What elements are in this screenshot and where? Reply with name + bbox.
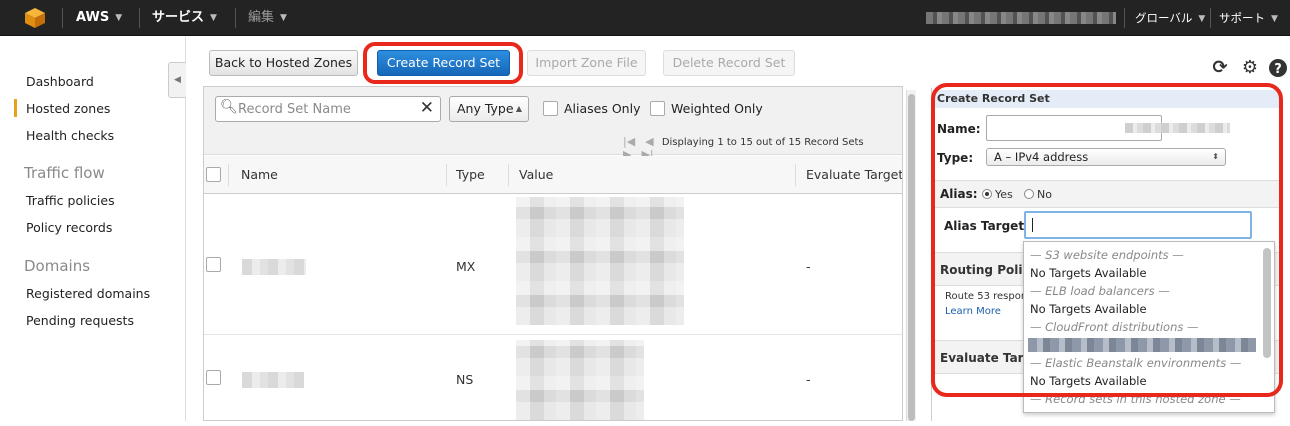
weighted-only-checkbox[interactable] bbox=[650, 101, 665, 116]
highlight-create-button bbox=[363, 42, 523, 84]
first-page-icon[interactable]: |◀ bbox=[623, 135, 635, 148]
topbar-divider bbox=[235, 8, 236, 28]
aws-cube-icon[interactable] bbox=[24, 7, 46, 29]
record-evaluate-target: - bbox=[806, 372, 811, 387]
sidebar-item-registered-domains[interactable]: Registered domains bbox=[26, 286, 150, 301]
aliases-only-checkbox[interactable] bbox=[543, 101, 558, 116]
table-row[interactable]: MX - bbox=[204, 195, 902, 335]
sidebar-item-dashboard[interactable]: Dashboard bbox=[26, 74, 94, 89]
row-checkbox[interactable] bbox=[206, 257, 221, 272]
sidebar-collapse-button[interactable]: ◀ bbox=[168, 62, 186, 98]
topbar-divider bbox=[1124, 8, 1125, 28]
column-header-evaluate-target-health[interactable]: Evaluate Target He bbox=[806, 156, 902, 194]
type-filter-select[interactable]: Any Type ▲ bbox=[449, 96, 529, 122]
chevron-left-icon: ◀ bbox=[174, 75, 181, 85]
filter-row: 🔍︎ Record Set Name ✕ Any Type ▲ Aliases O… bbox=[204, 87, 902, 161]
chevron-down-icon: ▼ bbox=[115, 13, 123, 23]
sidebar-heading-domains: Domains bbox=[24, 257, 91, 275]
sidebar-item-health-checks[interactable]: Health checks bbox=[26, 128, 114, 143]
aws-menu[interactable]: AWS ▼ bbox=[76, 0, 122, 36]
delete-record-set-button[interactable]: Delete Record Set bbox=[663, 50, 795, 76]
topbar-divider bbox=[139, 8, 140, 28]
highlight-create-record-set-panel bbox=[931, 83, 1283, 397]
sidebar-item-policy-records[interactable]: Policy records bbox=[26, 220, 112, 235]
column-divider bbox=[795, 164, 796, 186]
table-row[interactable]: NS - bbox=[204, 336, 902, 426]
table-header: Name Type Value Evaluate Target He bbox=[204, 156, 902, 194]
row-checkbox[interactable] bbox=[206, 370, 221, 385]
record-set-search-input[interactable]: 🔍︎ Record Set Name ✕ bbox=[215, 96, 441, 122]
topbar-divider bbox=[62, 8, 63, 28]
scrollbar-thumb[interactable] bbox=[908, 94, 915, 421]
column-divider bbox=[228, 164, 229, 186]
sidebar-item-pending-requests[interactable]: Pending requests bbox=[26, 313, 134, 328]
column-header-type[interactable]: Type bbox=[456, 156, 485, 194]
edit-menu[interactable]: 編集 ▼ bbox=[248, 0, 287, 36]
back-to-hosted-zones-button[interactable]: Back to Hosted Zones bbox=[209, 50, 358, 76]
sidebar: Dashboard Hosted zones Health checks Tra… bbox=[0, 37, 186, 421]
refresh-icon[interactable]: ⟳ bbox=[1210, 58, 1230, 78]
record-value-redacted bbox=[516, 197, 684, 325]
region-menu[interactable]: グローバル ▼ bbox=[1135, 0, 1205, 36]
import-zone-file-button[interactable]: Import Zone File bbox=[527, 50, 646, 76]
select-all-checkbox[interactable] bbox=[206, 167, 221, 182]
aliases-only-label: Aliases Only bbox=[564, 101, 641, 116]
record-value-redacted bbox=[516, 340, 644, 420]
prev-page-icon[interactable]: ◀ bbox=[645, 135, 653, 148]
chevron-down-icon: ▼ bbox=[210, 13, 217, 23]
sidebar-item-traffic-policies[interactable]: Traffic policies bbox=[26, 193, 115, 208]
chevron-down-icon: ▼ bbox=[1198, 14, 1206, 24]
chevron-down-icon: ▼ bbox=[280, 13, 287, 23]
topbar-divider bbox=[1210, 8, 1211, 28]
help-icon[interactable]: ? bbox=[1268, 58, 1288, 78]
table-scrollbar[interactable] bbox=[906, 90, 916, 421]
support-menu[interactable]: サポート ▼ bbox=[1219, 0, 1278, 36]
chevron-down-icon: ▼ bbox=[1271, 14, 1278, 24]
account-name-redacted[interactable] bbox=[926, 12, 1116, 24]
record-name-redacted bbox=[242, 372, 304, 388]
clear-icon[interactable]: ✕ bbox=[420, 98, 434, 118]
record-type: NS bbox=[456, 372, 474, 387]
search-placeholder: Record Set Name bbox=[238, 102, 351, 117]
record-name-redacted bbox=[242, 259, 306, 275]
record-sets-panel: 🔍︎ Record Set Name ✕ Any Type ▲ Aliases O… bbox=[203, 86, 903, 421]
type-filter-value: Any Type bbox=[457, 101, 514, 116]
column-divider bbox=[446, 164, 447, 186]
svg-text:?: ? bbox=[1274, 62, 1282, 77]
record-type: MX bbox=[456, 259, 476, 274]
updown-arrow-icon: ▲ bbox=[515, 104, 522, 113]
sidebar-heading-traffic-flow: Traffic flow bbox=[24, 164, 105, 182]
sidebar-item-hosted-zones[interactable]: Hosted zones bbox=[13, 99, 110, 117]
column-header-value[interactable]: Value bbox=[519, 156, 553, 194]
gear-icon[interactable]: ⚙ bbox=[1240, 58, 1260, 78]
column-divider bbox=[508, 164, 509, 186]
record-evaluate-target: - bbox=[806, 259, 811, 274]
weighted-only-label: Weighted Only bbox=[671, 101, 763, 116]
top-navigation-bar: AWS ▼ サービス ▼ 編集 ▼ グローバル ▼ サポート ▼ bbox=[0, 0, 1290, 36]
column-header-name[interactable]: Name bbox=[241, 156, 278, 194]
search-icon: 🔍︎ bbox=[220, 99, 238, 115]
pager-text: Displaying 1 to 15 out of 15 Record Sets bbox=[661, 137, 864, 148]
services-menu[interactable]: サービス ▼ bbox=[152, 0, 217, 36]
